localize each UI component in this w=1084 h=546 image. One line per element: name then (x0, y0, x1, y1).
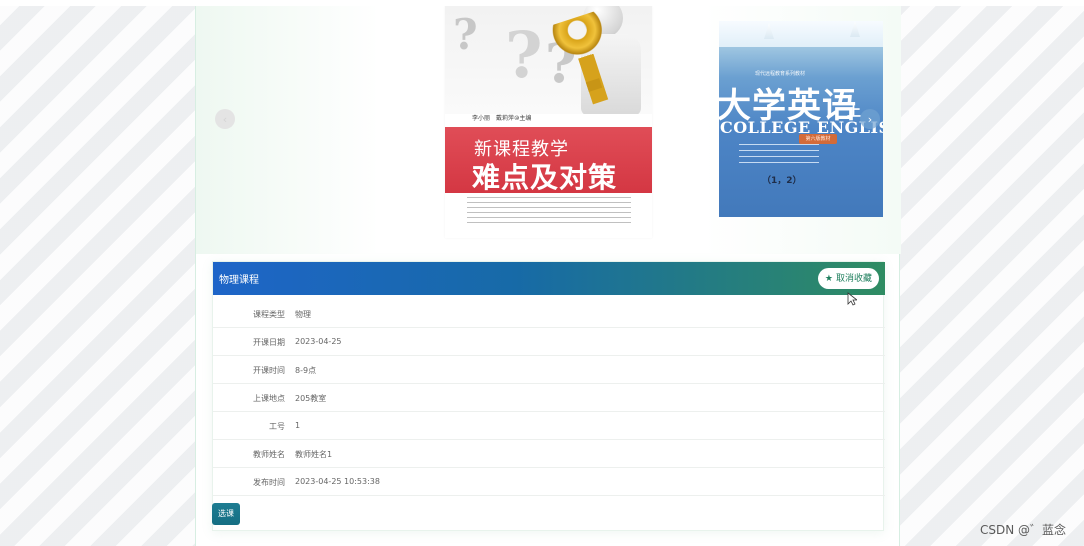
class-time-value: 8-9点 (295, 366, 317, 375)
publish-time-value: 2023-04-25 10:53:38 (295, 477, 380, 486)
carousel-slide-right-book: 现代远程教育系列教材 大学英语 上 COLLEGE ENGLISH 第六版教材 … (719, 21, 883, 217)
main-panel: ‹ ? ? ? 李小丽 戴莉萍⑩主编 新课程教学 难点及对策 现代远程教育系列教… (195, 6, 901, 546)
table-row: 课程类型 物理 (213, 300, 885, 328)
course-carousel: ‹ ? ? ? 李小丽 戴莉萍⑩主编 新课程教学 难点及对策 现代远程教育系列教… (196, 6, 901, 254)
question-mark-icon: ? (505, 18, 543, 93)
table-row: 上课地点 205教室 (213, 384, 885, 412)
teacher-name-label: 教师姓名 (253, 450, 285, 459)
book-meta-lines (739, 144, 819, 164)
select-course-button[interactable]: 选课 (212, 503, 240, 525)
course-type-label: 课程类型 (253, 310, 285, 319)
course-header: 物理课程 ★ 取消收藏 (213, 262, 885, 295)
book-edition-badge: 第六版教材 (799, 134, 837, 144)
book-authors: 李小丽 戴莉萍⑩主编 (472, 115, 532, 122)
book-title-main: 难点及对策 (472, 161, 618, 194)
table-row: 开课时间 8-9点 (213, 356, 885, 384)
table-row: 开课日期 2023-04-25 (213, 328, 885, 356)
course-detail-card: 物理课程 ★ 取消收藏 课程类型 物理 开课日期 2023-04-25 开课时间… (212, 261, 885, 531)
employee-id-value: 1 (295, 421, 301, 430)
location-value: 205教室 (295, 394, 327, 403)
employee-id-label: 工号 (269, 422, 285, 431)
location-label: 上课地点 (253, 394, 285, 403)
chevron-left-icon[interactable]: ‹ (215, 109, 235, 129)
start-date-value: 2023-04-25 (295, 337, 342, 346)
question-mark-icon: ? (453, 10, 478, 59)
cancel-favorite-label: 取消收藏 (835, 273, 872, 283)
book-series-line: 现代远程教育系列教材 (755, 71, 806, 77)
carousel-slide-left-book: ? ? ? 李小丽 戴莉萍⑩主编 新课程教学 难点及对策 (445, 6, 652, 238)
publish-time-label: 发布时间 (253, 478, 285, 487)
book-blurb (467, 197, 631, 225)
chevron-right-icon[interactable]: › (860, 109, 880, 129)
table-row: 发布时间 2023-04-25 10:53:38 (213, 468, 885, 496)
course-type-value: 物理 (295, 310, 311, 319)
course-info-table: 课程类型 物理 开课日期 2023-04-25 开课时间 8-9点 上课地点 2… (213, 300, 885, 496)
mouse-cursor-icon (847, 292, 857, 306)
table-row: 工号 1 (213, 412, 885, 440)
start-date-label: 开课日期 (253, 338, 285, 347)
teacher-name-value: 教师姓名1 (295, 450, 333, 459)
table-row: 教师姓名 教师姓名1 (213, 440, 885, 468)
book-cover-illustration: ? ? ? (445, 6, 652, 114)
cancel-favorite-button[interactable]: ★ 取消收藏 (817, 268, 879, 289)
page-watermark: CSDN @゛蓝念 (979, 523, 1066, 537)
star-icon: ★ (824, 273, 833, 283)
class-time-label: 开课时间 (253, 366, 285, 375)
course-title: 物理课程 (219, 275, 259, 286)
book-volume: （1，2） (762, 176, 802, 186)
